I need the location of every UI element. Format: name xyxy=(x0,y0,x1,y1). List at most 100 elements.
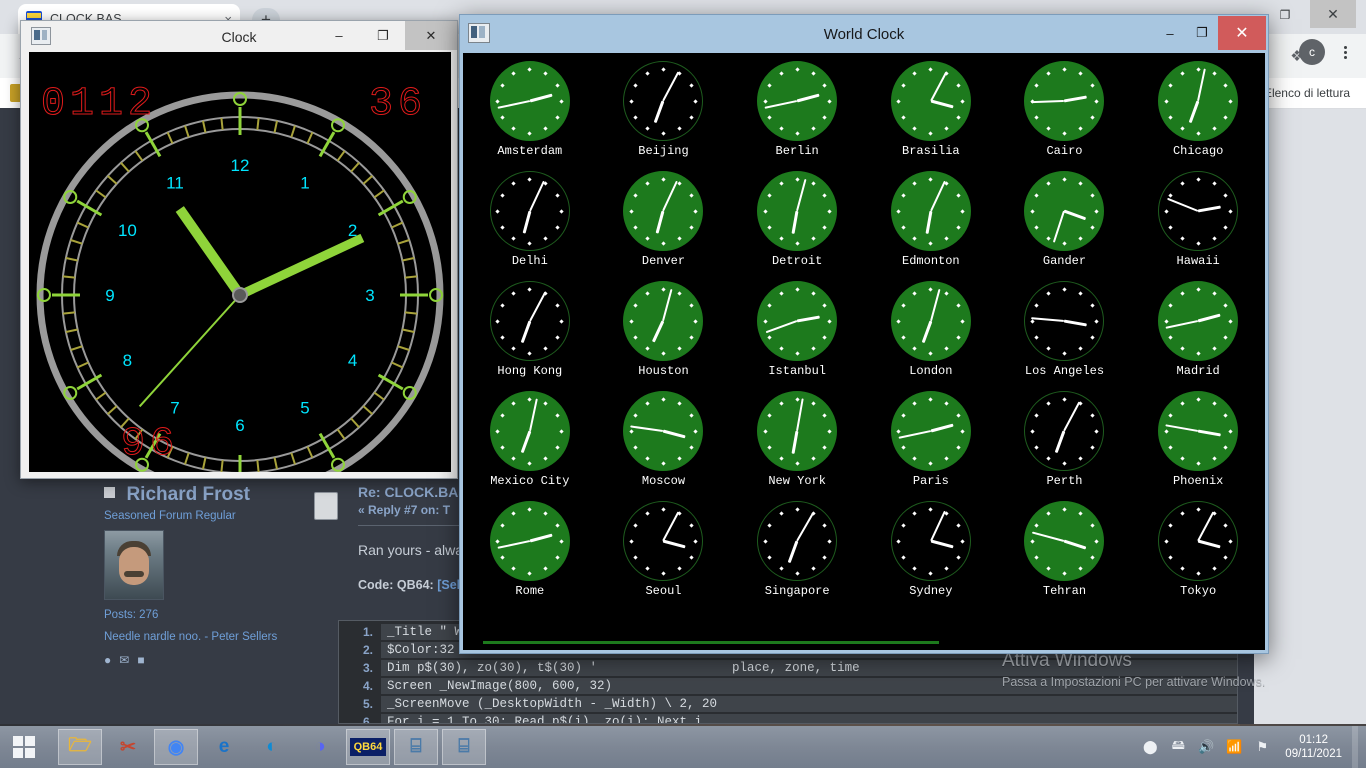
clock-hour-pip xyxy=(763,318,768,324)
clock-minute-hand xyxy=(1063,401,1081,432)
clock-hour-pip xyxy=(811,346,816,351)
clock-hour-pip xyxy=(767,114,772,120)
tray-notification-icon[interactable]: ⬤ xyxy=(1141,738,1159,756)
code-line-number: 5. xyxy=(362,697,373,711)
clock-hour-pip xyxy=(1030,428,1035,434)
clock-hour-pip xyxy=(661,460,666,466)
tray-signal-icon[interactable]: 📶 xyxy=(1225,738,1243,756)
post-author-rank: Seasoned Forum Regular xyxy=(104,510,236,522)
world-clock-cell: Berlin xyxy=(730,61,864,171)
clock-minute-hand xyxy=(765,320,798,334)
clock-hour-pip xyxy=(1164,208,1169,214)
clock-hour-pip xyxy=(822,554,827,560)
clock-face xyxy=(890,501,971,581)
reading-list-button[interactable]: Elenco di lettura xyxy=(1258,78,1356,108)
clock-hour-pip xyxy=(633,554,638,560)
post-author-name[interactable]: Richard Frost xyxy=(126,484,250,506)
world-clock-window[interactable]: World Clock – ❐ ✕ Amsterdam Beijing Berlin… xyxy=(459,14,1269,654)
clock-hour-pip xyxy=(1168,192,1173,198)
clock-hour-pip xyxy=(827,428,832,434)
taskbar-discord-icon[interactable]: ◑ xyxy=(298,729,342,765)
chrome-maximize-button[interactable]: ❐ xyxy=(1270,2,1300,28)
post-author-signature: Needle nardle noo. - Peter Sellers xyxy=(104,631,278,643)
clock-hour-pip xyxy=(1030,208,1035,214)
taskbar-internet-explorer-icon[interactable]: e xyxy=(202,729,246,765)
profile-avatar[interactable]: c xyxy=(1299,39,1325,65)
clock-maximize-button[interactable]: ❐ xyxy=(361,21,405,50)
start-button[interactable] xyxy=(0,726,48,768)
clock-hour-pip xyxy=(1090,302,1095,308)
clock-minute-tick xyxy=(76,361,89,369)
clock-hour-pip xyxy=(900,522,906,528)
clock-minute-tick xyxy=(70,345,83,351)
clock-hour-pip xyxy=(495,428,500,434)
clock-hour-hand xyxy=(529,93,553,103)
clock-minimize-button[interactable]: – xyxy=(317,21,361,50)
clock-minute-tick xyxy=(62,311,76,315)
taskbar-document-window-2-icon[interactable]: ⌸ xyxy=(442,729,486,765)
clock-hour-pip xyxy=(956,302,961,308)
show-desktop-button[interactable] xyxy=(1352,726,1358,768)
world-clock-cell: Madrid xyxy=(1131,281,1265,391)
world-clock-minimize-button[interactable]: – xyxy=(1154,16,1186,50)
clock-hour-pip xyxy=(645,566,650,571)
world-clock-close-button[interactable]: ✕ xyxy=(1218,16,1266,50)
clock-hour-pip xyxy=(912,236,917,241)
world-clock-cell: Delhi xyxy=(463,171,597,281)
clock-hour-pip xyxy=(1090,444,1095,450)
clock-hour-pip xyxy=(928,176,933,182)
email-icon[interactable]: ✉ xyxy=(119,653,129,667)
chrome-close-button[interactable]: ✕ xyxy=(1310,0,1356,28)
clock-hour-pip xyxy=(693,208,698,214)
taskbar-document-window-1-icon[interactable]: ⌸ xyxy=(394,729,438,765)
clock-hour-pip xyxy=(1062,66,1067,72)
clock-hour-hand xyxy=(529,533,553,543)
snipping-tool-glyph: ✂ xyxy=(120,736,136,758)
clock-hour-hand xyxy=(791,210,799,234)
clock-close-button[interactable]: ✕ xyxy=(405,21,457,50)
taskbar-snipping-tool-icon[interactable]: ✂ xyxy=(106,729,150,765)
tray-battery-icon[interactable]: 🖴 xyxy=(1169,737,1187,756)
world-clock-canvas: Amsterdam Beijing Berlin Brasilia Cairo Chica… xyxy=(463,53,1265,650)
clock-hour-pip xyxy=(629,318,634,324)
clock-city-label: Los Angeles xyxy=(1024,364,1105,378)
clock-hour-pip xyxy=(900,82,906,88)
world-clock-cell: Istanbul xyxy=(730,281,864,391)
tray-network-icon[interactable]: ⚑ xyxy=(1253,738,1271,756)
taskbar-google-chrome-icon[interactable]: ◉ xyxy=(154,729,198,765)
world-clock-maximize-button[interactable]: ❐ xyxy=(1186,16,1218,50)
clock-hour-pip xyxy=(767,554,772,560)
clock-minute-hand xyxy=(929,71,948,102)
world-clock-cell: Sydney xyxy=(864,501,998,611)
clock-hour-pip xyxy=(645,236,650,241)
clock-minute-tick xyxy=(397,239,410,245)
clock-numeral: 5 xyxy=(300,399,309,418)
clock-hour-pip xyxy=(1078,511,1083,516)
message-icon[interactable]: ■ xyxy=(137,653,144,667)
clock-hour-pip xyxy=(1090,522,1095,528)
taskbar-qb64-icon[interactable]: QB64 xyxy=(346,729,390,765)
clock-hour-pip xyxy=(1094,208,1099,214)
clock-hour-pip xyxy=(527,176,532,182)
tray-volume-icon[interactable]: 🔊 xyxy=(1197,738,1215,756)
clock-hour-pip xyxy=(1046,346,1051,351)
clock-face xyxy=(489,501,570,581)
document-window-2-glyph: ⌸ xyxy=(458,736,470,757)
taskbar-clock[interactable]: 01:12 09/11/2021 xyxy=(1281,733,1342,761)
clock-hour-pip xyxy=(779,511,784,516)
clock-window[interactable]: Clock – ❐ ✕ 12 1 2 3 4 5 6 7 8 9 10 11 0112 36 96 xyxy=(20,20,458,479)
clock-hour-pip xyxy=(661,130,666,136)
clock-hour-pip xyxy=(661,66,666,72)
clock-hour-pip xyxy=(956,444,961,450)
taskbar-file-explorer-icon[interactable]: 🗁 xyxy=(58,729,102,765)
clock-hour-pip xyxy=(1164,538,1169,544)
user-badge-icon[interactable]: ● xyxy=(104,653,111,667)
clock-hour-pip xyxy=(811,181,816,186)
clock-hour-pip xyxy=(543,566,548,571)
clock-window-titlebar[interactable]: Clock – ❐ ✕ xyxy=(21,21,457,52)
clock-hour-pip xyxy=(1180,511,1185,516)
chrome-menu-icon[interactable] xyxy=(1336,40,1354,64)
taskbar-microsoft-edge-icon[interactable]: ◐ xyxy=(250,729,294,765)
clock-minute-tick xyxy=(273,120,278,133)
world-clock-titlebar[interactable]: World Clock – ❐ ✕ xyxy=(460,15,1268,53)
